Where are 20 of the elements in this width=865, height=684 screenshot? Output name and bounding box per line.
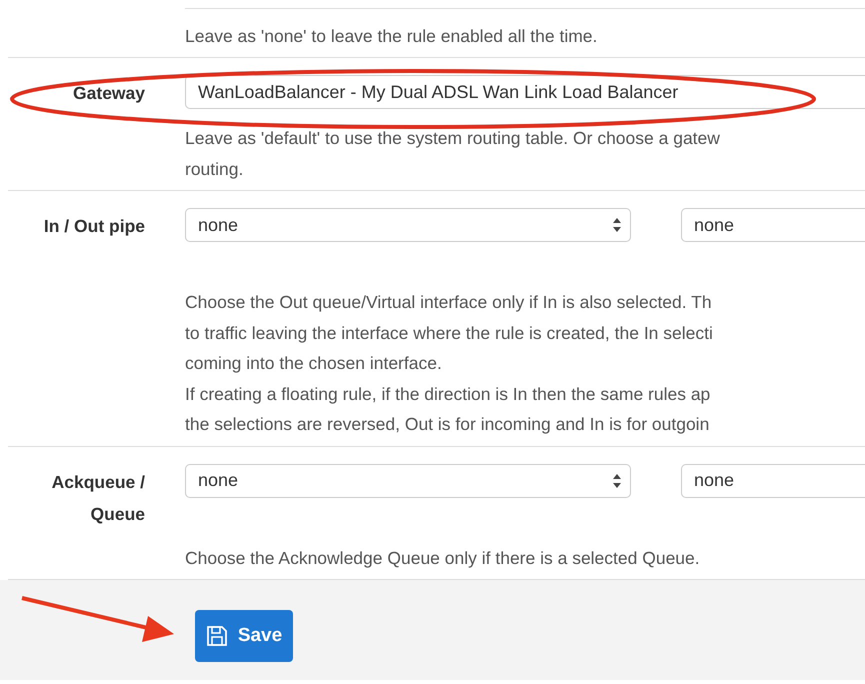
updown-caret-icon — [612, 217, 622, 233]
select-field[interactable]: WanLoadBalancer - My Dual ADSL Wan Link Load Balancer — [185, 75, 865, 109]
help-text: Leave as 'default' to use the system routing table. Or choose a gatew — [185, 127, 721, 150]
select-field[interactable]: none — [681, 208, 865, 242]
select-field[interactable]: none — [681, 464, 865, 498]
field-label: In / Out pipe — [44, 215, 145, 238]
help-text: the selections are reversed, Out is for incoming and In is for outgoin — [185, 413, 710, 436]
help-text: to traffic leaving the interface where the rule is created, the In selecti — [185, 322, 714, 345]
field-label: Gateway — [73, 82, 145, 105]
save-button[interactable]: Save — [195, 610, 293, 662]
help-text: If creating a floating rule, if the direction is In then the same rules ap — [185, 382, 712, 406]
select-field[interactable]: none — [185, 208, 631, 242]
help-text: coming into the chosen interface. — [185, 352, 443, 375]
select-field[interactable]: none — [185, 464, 631, 498]
updown-caret-icon — [612, 472, 622, 488]
help-text: Choose the Acknowledge Queue only if there is a selected Queue. — [185, 546, 701, 570]
help-text: routing. — [185, 158, 244, 181]
field-label: Ackqueue / Queue — [52, 470, 145, 526]
help-text: Choose the Out queue/Virtual interface only if In is also selected. Th — [185, 291, 713, 314]
help-text: Leave as 'none' to leave the rule enabled all the time. — [185, 25, 598, 48]
